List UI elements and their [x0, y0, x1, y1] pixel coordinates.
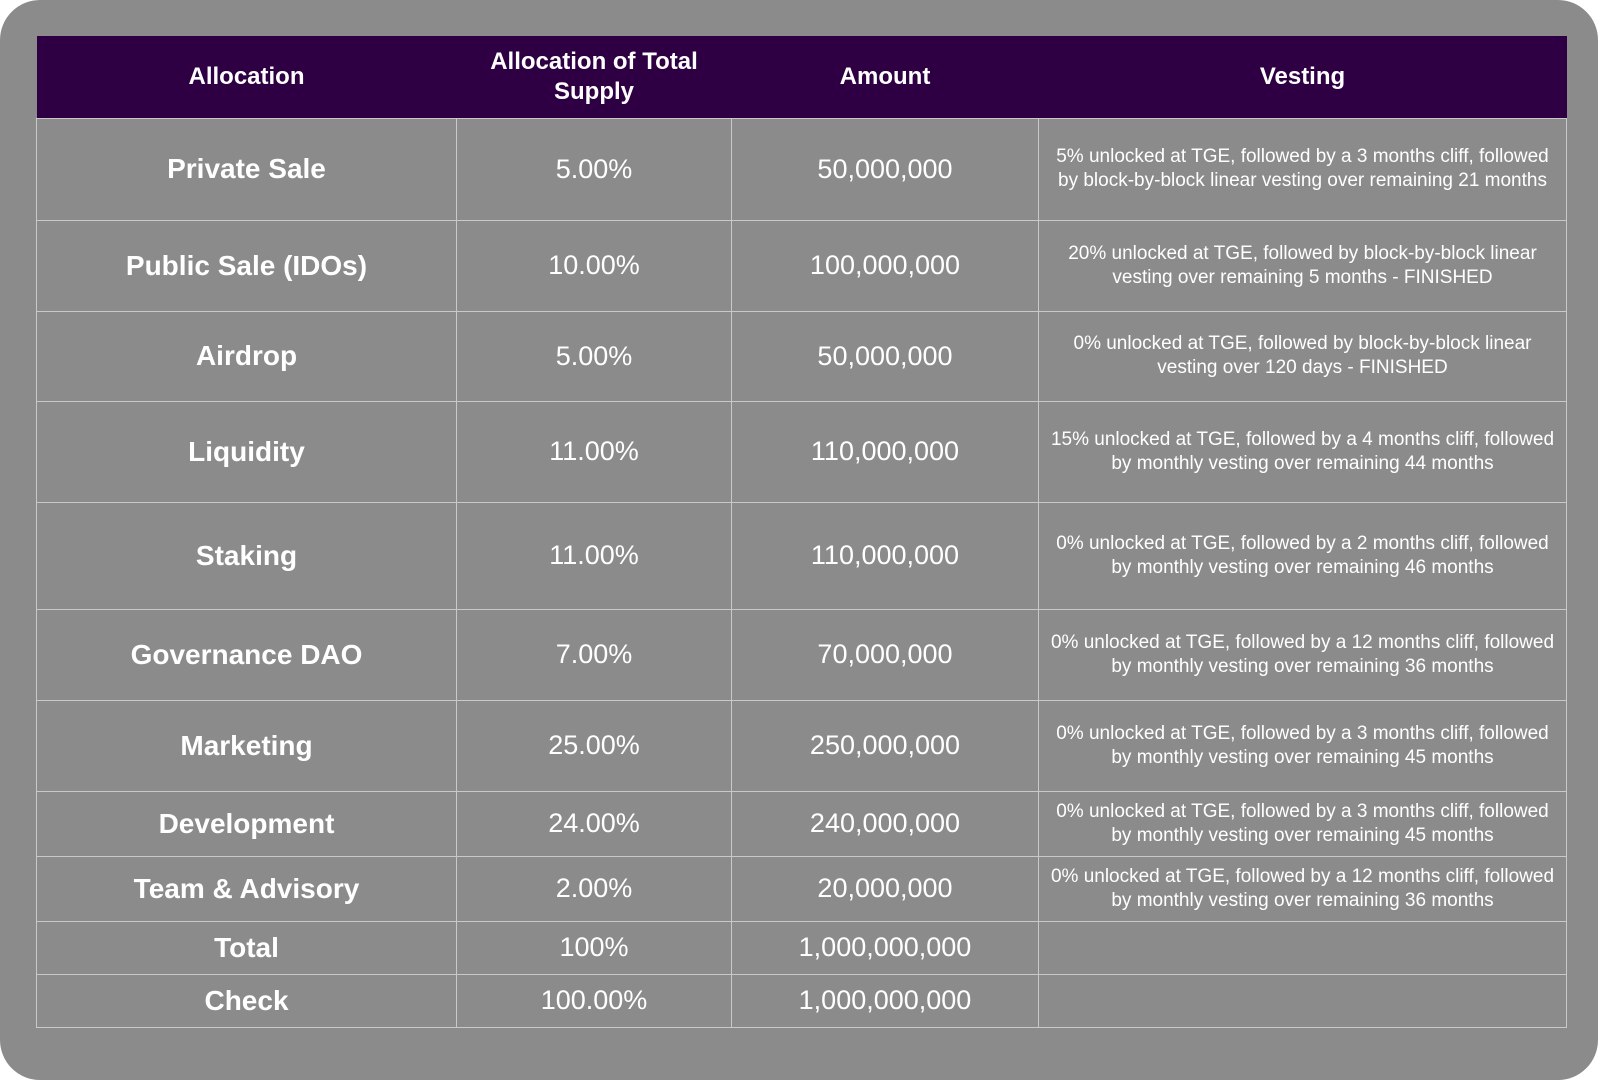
table-row: Team & Advisory 2.00% 20,000,000 0% unlo… — [36, 855, 1567, 922]
cell-amount: 250,000,000 — [731, 699, 1039, 792]
cell-amount: 70,000,000 — [731, 608, 1039, 701]
cell-share: 24.00% — [456, 790, 732, 857]
cell-vesting: 0% unlocked at TGE, followed by block-by… — [1038, 310, 1567, 402]
cell-allocation: Liquidity — [36, 400, 457, 503]
cell-allocation: Total — [36, 920, 457, 975]
cell-vesting: 0% unlocked at TGE, followed by a 2 mont… — [1038, 501, 1567, 610]
cell-allocation: Development — [36, 790, 457, 857]
cell-share: 7.00% — [456, 608, 732, 701]
cell-allocation: Airdrop — [36, 310, 457, 402]
header-vesting: Vesting — [1259, 62, 1346, 90]
cell-share: 25.00% — [456, 699, 732, 792]
table-row: Airdrop 5.00% 50,000,000 0% unlocked at … — [36, 310, 1567, 402]
cell-allocation: Team & Advisory — [36, 855, 457, 922]
cell-vesting: 0% unlocked at TGE, followed by a 12 mon… — [1038, 855, 1567, 922]
cell-allocation: Private Sale — [36, 117, 457, 221]
cell-amount: 110,000,000 — [731, 400, 1039, 503]
table-row: Staking 11.00% 110,000,000 0% unlocked a… — [36, 501, 1567, 610]
cell-share: 5.00% — [456, 117, 732, 221]
table-header-row: Allocation Allocation of Total Supply Am… — [36, 36, 1567, 118]
cell-share: 100% — [456, 920, 732, 975]
cell-share: 100.00% — [456, 973, 732, 1028]
cell-amount: 1,000,000,000 — [731, 973, 1039, 1028]
cell-amount: 1,000,000,000 — [731, 920, 1039, 975]
cell-amount: 240,000,000 — [731, 790, 1039, 857]
cell-vesting: 0% unlocked at TGE, followed by a 12 mon… — [1038, 608, 1567, 701]
cell-amount: 110,000,000 — [731, 501, 1039, 610]
cell-allocation: Staking — [36, 501, 457, 610]
cell-amount: 100,000,000 — [731, 219, 1039, 312]
cell-allocation: Marketing — [36, 699, 457, 792]
table-row: Liquidity 11.00% 110,000,000 15% unlocke… — [36, 400, 1567, 503]
header-allocation-of-total-supply: Allocation of Total Supply — [490, 47, 698, 105]
cell-amount: 20,000,000 — [731, 855, 1039, 922]
cell-amount: 50,000,000 — [731, 117, 1039, 221]
cell-share: 10.00% — [456, 219, 732, 312]
cell-vesting — [1038, 973, 1567, 1028]
table-row-check: Check 100.00% 1,000,000,000 — [36, 973, 1567, 1028]
header-amount: Amount — [839, 62, 931, 90]
cell-amount: 50,000,000 — [731, 310, 1039, 402]
table-row: Public Sale (IDOs) 10.00% 100,000,000 20… — [36, 219, 1567, 312]
tokenomics-card: Allocation Allocation of Total Supply Am… — [0, 0, 1598, 1080]
cell-vesting: 15% unlocked at TGE, followed by a 4 mon… — [1038, 400, 1567, 503]
header-allocation: Allocation — [188, 62, 305, 90]
table-row: Governance DAO 7.00% 70,000,000 0% unloc… — [36, 608, 1567, 701]
cell-vesting: 5% unlocked at TGE, followed by a 3 mont… — [1038, 117, 1567, 221]
cell-allocation: Public Sale (IDOs) — [36, 219, 457, 312]
table-row-total: Total 100% 1,000,000,000 — [36, 920, 1567, 975]
cell-vesting — [1038, 920, 1567, 975]
cell-share: 2.00% — [456, 855, 732, 922]
cell-allocation: Check — [36, 973, 457, 1028]
cell-share: 5.00% — [456, 310, 732, 402]
cell-vesting: 0% unlocked at TGE, followed by a 3 mont… — [1038, 699, 1567, 792]
table-row: Development 24.00% 240,000,000 0% unlock… — [36, 790, 1567, 857]
cell-share: 11.00% — [456, 400, 732, 503]
table-row: Private Sale 5.00% 50,000,000 5% unlocke… — [36, 117, 1567, 221]
cell-allocation: Governance DAO — [36, 608, 457, 701]
cell-share: 11.00% — [456, 501, 732, 610]
cell-vesting: 20% unlocked at TGE, followed by block-b… — [1038, 219, 1567, 312]
table-row: Marketing 25.00% 250,000,000 0% unlocked… — [36, 699, 1567, 792]
cell-vesting: 0% unlocked at TGE, followed by a 3 mont… — [1038, 790, 1567, 857]
allocation-table: Allocation Allocation of Total Supply Am… — [36, 36, 1567, 1028]
